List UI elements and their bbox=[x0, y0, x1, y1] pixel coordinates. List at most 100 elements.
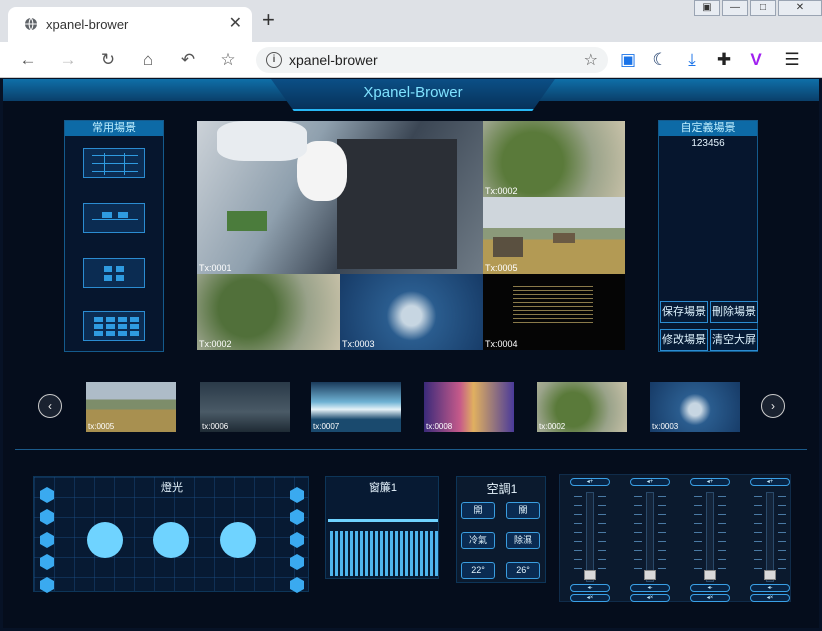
light-bulb-3[interactable] bbox=[220, 522, 256, 558]
video-tile-label: Tx:0002 bbox=[199, 339, 232, 349]
light-bulb-1[interactable] bbox=[87, 522, 123, 558]
source-thumb[interactable]: tx:0003 bbox=[650, 382, 740, 432]
ac-off-button[interactable]: 關 bbox=[506, 502, 540, 519]
volume-up-button[interactable]: ◂+ bbox=[750, 478, 790, 486]
source-thumb[interactable]: tx:0006 bbox=[200, 382, 290, 432]
video-tile-6[interactable]: Tx:0004 bbox=[483, 274, 625, 350]
fader-tick bbox=[598, 523, 606, 524]
browser-tab[interactable]: xpanel-brower ✕ bbox=[8, 7, 252, 42]
ac-on-button[interactable]: 開 bbox=[461, 502, 495, 519]
mute-button[interactable]: ◂× bbox=[570, 594, 610, 602]
minimize-button[interactable]: — bbox=[722, 0, 748, 16]
light-hex-icon[interactable] bbox=[40, 509, 54, 525]
fader-tick bbox=[778, 541, 786, 542]
maximize-button[interactable]: □ bbox=[750, 0, 776, 16]
video-tile-5[interactable]: Tx:0003 bbox=[340, 274, 483, 350]
ac-cool-button[interactable]: 冷氣 bbox=[461, 532, 495, 549]
undo-icon[interactable]: ↶ bbox=[178, 50, 198, 70]
light-hex-icon[interactable] bbox=[290, 509, 304, 525]
extensions-icon[interactable]: ✚ bbox=[714, 50, 734, 70]
v-extension-icon[interactable]: V bbox=[746, 50, 766, 70]
fader-knob[interactable] bbox=[644, 570, 656, 580]
fader-tick bbox=[634, 505, 642, 506]
fader-tick bbox=[574, 550, 582, 551]
address-bar[interactable]: i xpanel-brower ☆ bbox=[256, 47, 608, 73]
dark-mode-icon[interactable]: ☾ bbox=[650, 50, 670, 70]
restore-layout-icon[interactable]: ▣ bbox=[694, 0, 720, 16]
volume-up-button[interactable]: ◂+ bbox=[690, 478, 730, 486]
download-icon[interactable]: ⤓ bbox=[682, 50, 702, 70]
scene-layout-3x3[interactable] bbox=[83, 148, 145, 178]
volume-down-button[interactable]: ◂- bbox=[570, 584, 610, 592]
save-scene-button[interactable]: 保存場景 bbox=[660, 301, 708, 323]
volume-down-button[interactable]: ◂- bbox=[630, 584, 670, 592]
video-tile-3[interactable]: Tx:0005 bbox=[483, 197, 625, 274]
ac-temp-22-button[interactable]: 22° bbox=[461, 562, 495, 579]
fader-tick bbox=[778, 523, 786, 524]
fader-tick bbox=[694, 532, 702, 533]
source-thumb[interactable]: tx:0008 bbox=[424, 382, 514, 432]
screenshot-icon[interactable]: ▣ bbox=[618, 50, 638, 70]
light-hex-icon[interactable] bbox=[290, 577, 304, 593]
edit-scene-button[interactable]: 修改場景 bbox=[660, 329, 708, 351]
prev-sources-button[interactable]: ‹ bbox=[38, 394, 62, 418]
video-tile-4[interactable]: Tx:0002 bbox=[197, 274, 340, 350]
light-hex-icon[interactable] bbox=[40, 577, 54, 593]
light-bulb-2[interactable] bbox=[153, 522, 189, 558]
bookmark-star-icon[interactable]: ☆ bbox=[218, 50, 238, 70]
curtain-slat bbox=[350, 531, 353, 576]
light-hex-icon[interactable] bbox=[40, 532, 54, 548]
fader-tick bbox=[658, 523, 666, 524]
source-thumb[interactable]: tx:0002 bbox=[537, 382, 627, 432]
light-hex-icon[interactable] bbox=[40, 554, 54, 570]
volume-up-button[interactable]: ◂+ bbox=[630, 478, 670, 486]
forward-arrow-icon[interactable]: → bbox=[58, 50, 78, 70]
bookmark-page-icon[interactable]: ☆ bbox=[584, 50, 598, 70]
light-hex-icon[interactable] bbox=[290, 532, 304, 548]
fader-track[interactable] bbox=[766, 492, 774, 582]
video-tile-1[interactable]: Tx:0001 bbox=[197, 121, 483, 274]
source-thumb[interactable]: tx:0007 bbox=[311, 382, 401, 432]
source-thumb[interactable]: tx:0005 bbox=[86, 382, 176, 432]
mute-button[interactable]: ◂× bbox=[750, 594, 790, 602]
next-sources-button[interactable]: › bbox=[761, 394, 785, 418]
fader-tick bbox=[718, 505, 726, 506]
scene-layout-4x4[interactable] bbox=[83, 311, 145, 341]
fader-tick bbox=[598, 541, 606, 542]
ac-temp-26-button[interactable]: 26° bbox=[506, 562, 540, 579]
volume-down-button[interactable]: ◂- bbox=[750, 584, 790, 592]
video-tile-2[interactable]: Tx:0002 bbox=[483, 121, 625, 197]
fader-knob[interactable] bbox=[584, 570, 596, 580]
back-arrow-icon[interactable]: ← bbox=[18, 50, 38, 70]
home-icon[interactable]: ⌂ bbox=[138, 50, 158, 70]
section-divider bbox=[15, 449, 807, 450]
scene-layout-quad[interactable] bbox=[83, 258, 145, 288]
fader-knob[interactable] bbox=[704, 570, 716, 580]
close-window-button[interactable]: ✕ bbox=[778, 0, 822, 16]
mute-button[interactable]: ◂× bbox=[690, 594, 730, 602]
mute-button[interactable]: ◂× bbox=[630, 594, 670, 602]
fader-tick bbox=[778, 496, 786, 497]
mixer-channel: ◂+ ◂- ◂× bbox=[628, 478, 672, 602]
tab-close-icon[interactable]: ✕ bbox=[229, 13, 242, 33]
custom-scene-item[interactable]: 123456 bbox=[659, 138, 757, 149]
curtain-panel: 窗簾1 bbox=[325, 476, 439, 579]
new-tab-button[interactable]: + bbox=[262, 9, 275, 31]
reload-icon[interactable]: ↻ bbox=[98, 50, 118, 70]
site-info-icon[interactable]: i bbox=[266, 52, 282, 68]
fader-tick bbox=[574, 568, 582, 569]
fader-track[interactable] bbox=[586, 492, 594, 582]
fader-track[interactable] bbox=[646, 492, 654, 582]
ac-dehumidify-button[interactable]: 除濕 bbox=[506, 532, 540, 549]
clear-wall-button[interactable]: 清空大屏 bbox=[710, 329, 758, 351]
volume-down-button[interactable]: ◂- bbox=[690, 584, 730, 592]
light-hex-icon[interactable] bbox=[290, 554, 304, 570]
delete-scene-button[interactable]: 刪除場景 bbox=[710, 301, 758, 323]
fader-track[interactable] bbox=[706, 492, 714, 582]
fader-knob[interactable] bbox=[764, 570, 776, 580]
url-text[interactable]: xpanel-brower bbox=[289, 52, 378, 68]
volume-up-button[interactable]: ◂+ bbox=[570, 478, 610, 486]
scene-layout-2x2[interactable] bbox=[83, 203, 145, 233]
fader-tick bbox=[598, 559, 606, 560]
menu-icon[interactable]: ☰ bbox=[782, 50, 802, 70]
